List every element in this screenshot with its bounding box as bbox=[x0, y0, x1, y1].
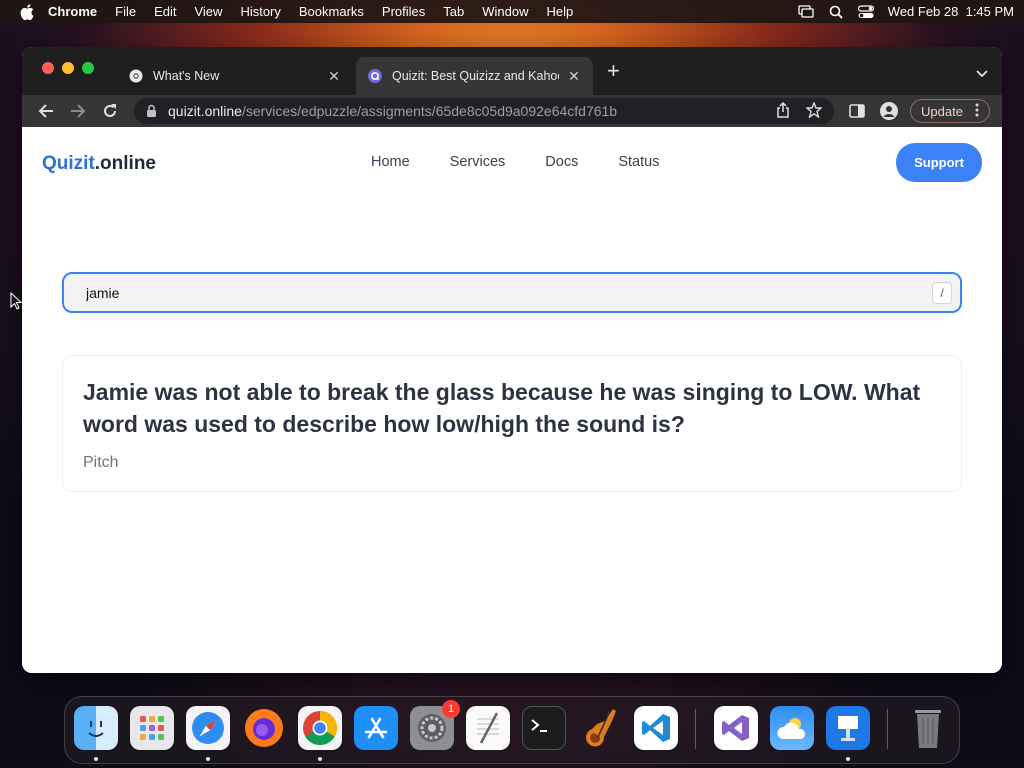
running-indicator bbox=[94, 757, 98, 761]
tab-quizit[interactable]: Quizit: Best Quizizz and Kahoot ✕ bbox=[356, 57, 593, 95]
firefox-icon[interactable] bbox=[242, 706, 286, 750]
web-page: Quizit.online Home Services Docs Status … bbox=[22, 127, 1002, 673]
keyboard-shortcut-hint: / bbox=[932, 281, 952, 304]
menu-datetime[interactable]: Wed Feb 28 1:45 PM bbox=[888, 4, 1014, 19]
terminal-icon[interactable] bbox=[522, 706, 566, 750]
visual-studio-icon[interactable] bbox=[714, 706, 758, 750]
share-icon[interactable] bbox=[776, 101, 790, 121]
mouse-pointer-icon bbox=[10, 291, 23, 310]
chrome-icon bbox=[129, 69, 143, 83]
window-controls bbox=[42, 62, 94, 74]
logo-suffix: .online bbox=[94, 153, 157, 174]
menu-bookmarks[interactable]: Bookmarks bbox=[299, 4, 364, 19]
update-button[interactable]: Update bbox=[910, 99, 990, 123]
running-indicator bbox=[206, 757, 210, 761]
back-arrow-icon[interactable] bbox=[32, 97, 60, 125]
running-indicator bbox=[318, 757, 322, 761]
answer-text: Pitch bbox=[83, 454, 119, 471]
control-center-icon[interactable] bbox=[857, 4, 874, 19]
site-nav-links: Home Services Docs Status bbox=[371, 154, 659, 170]
safari-icon[interactable] bbox=[186, 706, 230, 750]
menu-bar: Chrome File Edit View History Bookmarks … bbox=[0, 0, 1024, 23]
lock-icon[interactable] bbox=[146, 104, 158, 118]
menu-help[interactable]: Help bbox=[547, 4, 574, 19]
quizit-icon bbox=[368, 69, 382, 83]
new-tab-icon[interactable]: + bbox=[607, 60, 620, 82]
answer-card: Jamie was not able to break the glass be… bbox=[62, 355, 962, 492]
app-store-icon[interactable] bbox=[354, 706, 398, 750]
logo-brand: Quizit bbox=[42, 153, 95, 174]
bookmark-star-icon[interactable] bbox=[805, 100, 823, 121]
site-logo[interactable]: Quizit.online bbox=[42, 153, 156, 175]
spotlight-search-icon[interactable] bbox=[828, 5, 844, 19]
menu-file[interactable]: File bbox=[115, 4, 136, 19]
support-button[interactable]: Support bbox=[896, 143, 982, 182]
url-path: /services/edpuzzle/assigments/65de8c05d9… bbox=[241, 103, 618, 119]
menu-profiles[interactable]: Profiles bbox=[382, 4, 425, 19]
trash-icon[interactable] bbox=[906, 706, 950, 750]
textedit-icon[interactable] bbox=[466, 706, 510, 750]
notification-badge: 1 bbox=[442, 700, 460, 718]
menu-edit[interactable]: Edit bbox=[154, 4, 176, 19]
forward-arrow-icon[interactable] bbox=[64, 97, 92, 125]
apple-icon[interactable] bbox=[20, 3, 34, 20]
search-input[interactable] bbox=[86, 284, 932, 301]
tab-search-icon[interactable] bbox=[976, 65, 988, 78]
running-indicator bbox=[846, 757, 850, 761]
tab-title: What's New bbox=[153, 69, 220, 83]
menu-history[interactable]: History bbox=[240, 4, 280, 19]
tab-whats-new[interactable]: What's New ✕ bbox=[117, 57, 353, 95]
address-bar[interactable]: quizit.online /services/edpuzzle/assigme… bbox=[134, 98, 834, 124]
dock: 1 bbox=[64, 696, 960, 764]
question-text: Jamie was not able to break the glass be… bbox=[83, 379, 921, 437]
nav-services[interactable]: Services bbox=[450, 154, 506, 170]
chrome-app-icon[interactable] bbox=[298, 706, 342, 750]
url-host: quizit.online bbox=[168, 103, 242, 119]
system-settings-icon[interactable]: 1 bbox=[410, 700, 460, 750]
menu-window[interactable]: Window bbox=[482, 4, 528, 19]
weather-icon[interactable] bbox=[770, 706, 814, 750]
minimize-window-button[interactable] bbox=[62, 62, 74, 74]
nav-docs[interactable]: Docs bbox=[545, 154, 578, 170]
site-header: Quizit.online Home Services Docs Status … bbox=[22, 127, 1002, 199]
garageband-icon[interactable] bbox=[578, 706, 622, 750]
launchpad-icon[interactable] bbox=[130, 706, 174, 750]
menu-app-name[interactable]: Chrome bbox=[48, 4, 97, 19]
reload-icon[interactable] bbox=[96, 97, 124, 125]
finder-icon[interactable] bbox=[74, 706, 118, 750]
screen-mirroring-icon[interactable] bbox=[798, 5, 814, 19]
nav-status[interactable]: Status bbox=[618, 154, 659, 170]
close-tab-icon[interactable]: ✕ bbox=[567, 68, 581, 85]
keynote-icon[interactable] bbox=[826, 706, 870, 750]
tab-strip: What's New ✕ Quizit: Best Quizizz and Ka… bbox=[22, 47, 1002, 95]
close-window-button[interactable] bbox=[42, 62, 54, 74]
menu-view[interactable]: View bbox=[194, 4, 222, 19]
browser-toolbar: quizit.online /services/edpuzzle/assigme… bbox=[22, 95, 1002, 127]
tab-title: Quizit: Best Quizizz and Kahoot bbox=[392, 69, 559, 83]
update-label: Update bbox=[921, 103, 963, 119]
zoom-window-button[interactable] bbox=[82, 62, 94, 74]
vscode-icon[interactable] bbox=[634, 706, 678, 750]
nav-home[interactable]: Home bbox=[371, 154, 410, 170]
dock-separator bbox=[887, 709, 888, 749]
close-tab-icon[interactable]: ✕ bbox=[327, 68, 341, 85]
menu-tab[interactable]: Tab bbox=[443, 4, 464, 19]
question-search-box[interactable]: / bbox=[62, 272, 962, 313]
dock-separator bbox=[695, 709, 696, 749]
browser-window: What's New ✕ Quizit: Best Quizizz and Ka… bbox=[22, 47, 1002, 673]
more-vertical-icon[interactable] bbox=[975, 103, 979, 120]
side-panel-icon[interactable] bbox=[848, 102, 866, 120]
profile-icon[interactable] bbox=[880, 102, 898, 120]
